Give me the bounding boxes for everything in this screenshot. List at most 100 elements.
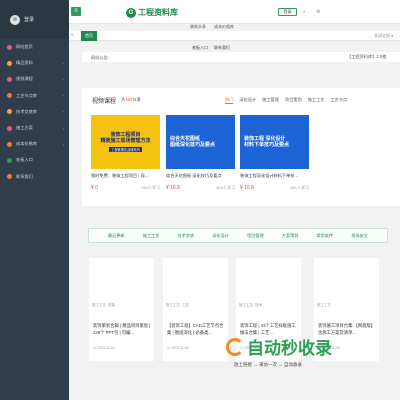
document-category-tab[interactable]: 技术交底: [177, 233, 194, 239]
video-icon: [7, 76, 12, 82]
settings-icon[interactable]: ⚙: [316, 9, 320, 15]
category-tab[interactable]: 深化设计: [239, 97, 256, 104]
course-meta: ¥ 0 254人学习: [91, 185, 160, 191]
chevron-right-icon: ›: [62, 76, 64, 82]
sidebar-item-label: 联系我们: [16, 173, 33, 179]
menu-toggle-button[interactable]: ≡: [71, 7, 81, 16]
document-category-tab[interactable]: 施工工艺: [143, 233, 160, 239]
login-label[interactable]: 登录: [24, 16, 34, 23]
document-name[interactable]: 【装饰工程】CAD工艺节点合集 | 图纸深化 | 必备类...: [167, 322, 225, 336]
sidebar-item-label: 施工方案: [16, 125, 33, 131]
thumbnail-title: 综合天花图纸 图纸深化技巧及要点: [170, 136, 216, 148]
doc-icon: [7, 125, 12, 131]
sidebar-item[interactable]: 精品资料 ›: [0, 55, 69, 71]
category-tabs: 热门 深化设计 施工管理 项目策划 施工工艺 工艺节点: [225, 97, 347, 104]
chevron-right-icon: ›: [62, 141, 64, 147]
chevron-right-icon: ›: [62, 60, 64, 66]
course-thumbnail[interactable]: 装饰工程 深化设计 材料下单技巧及要点: [240, 115, 309, 169]
avatar: [10, 14, 20, 25]
sidebar-item-label: 老板入口: [16, 157, 33, 163]
tab-bar: « 首页: [69, 31, 400, 41]
sidebar-item[interactable]: 成本价格库 ›: [0, 136, 69, 152]
document-card[interactable]: 施工工艺工艺【装饰工程】CAD工艺节点合集 | 图纸深化 | 必备类... 202…: [163, 258, 228, 361]
logo-mark-icon: G: [126, 7, 136, 18]
document-tag: 施工工艺: [317, 303, 331, 307]
sub-nav-item[interactable]: 装饰头条: [190, 24, 206, 30]
document-category-tab[interactable]: 现场安全: [351, 233, 368, 239]
course-card[interactable]: 装饰工程项目 精装施工现场管理方法 工程管理实战课系列限时免费：装饰工程项目 | …: [91, 115, 160, 199]
document-name[interactable]: 装饰策划合辑 | 精品项目策划 | 129个 PPT包 | 可编...: [93, 322, 151, 336]
course-price: ¥ 16.8: [166, 185, 180, 191]
notice-bar: 网站公告: 【工程资料库】2.0使:: [82, 52, 400, 62]
price-icon: [7, 141, 12, 147]
document-category-tab[interactable]: 常用软件: [316, 233, 333, 239]
tab-prev-icon[interactable]: «: [71, 32, 74, 38]
document-category-tab[interactable]: 深化设计: [212, 233, 229, 239]
sidebar-item[interactable]: 视频课程 ›: [0, 71, 69, 87]
sidebar-item[interactable]: 技术交底库 ›: [0, 104, 69, 120]
sidebar-login[interactable]: 登录: [0, 0, 69, 39]
document-tags: 施工工艺: [317, 303, 331, 308]
document-tag: 质量: [108, 303, 115, 307]
home-icon: [7, 44, 12, 50]
document-tags: 施工工艺 工艺: [166, 303, 189, 308]
course-thumbnail[interactable]: 综合天花图纸 图纸深化技巧及要点: [166, 115, 235, 169]
course-meta: ¥ 16.8 819人学习: [166, 185, 235, 191]
logo-text: 工程资料库: [138, 8, 178, 17]
site-logo[interactable]: G 工程资料库: [126, 7, 178, 18]
sidebar-nav: 网站首页 精品资料 › 视频课程 › 工艺节点库 › 技术交底库 › 施工方案 › 成本价格库 › 老板入…: [0, 39, 69, 185]
sidebar-item[interactable]: 老板入口: [0, 152, 69, 168]
chevron-right-icon: ›: [62, 109, 64, 115]
category-tab[interactable]: 项目策划: [285, 97, 302, 104]
section-title: 视频课程: [92, 99, 117, 105]
quick-link-contact[interactable]: 联系我们: [214, 45, 230, 51]
login-button[interactable]: 登录: [278, 8, 297, 16]
sidebar-item[interactable]: 工艺节点库 ›: [0, 88, 69, 104]
thumbnail-title: 装饰工程 深化设计 材料下单技巧及要点: [244, 136, 290, 148]
category-tab[interactable]: 施工工艺: [308, 97, 325, 104]
sidebar-item-label: 成本价格库: [16, 141, 37, 147]
notice-label: 网站公告:: [91, 55, 109, 60]
notice-link[interactable]: 【工程资料库】2.0使:: [347, 54, 388, 60]
sub-nav-item[interactable]: 成本价格库: [214, 24, 234, 30]
category-tab[interactable]: 工艺节点: [330, 97, 347, 104]
close-all-tabs-button[interactable]: 关闭全部 ▾: [374, 33, 393, 39]
contact-icon: [7, 174, 12, 180]
document-category-tab[interactable]: 项目管理: [247, 233, 264, 239]
document-tag: 施工工艺: [92, 303, 106, 307]
document-category-tab[interactable]: 方案策划: [282, 233, 299, 239]
course-learners: 819人学习: [216, 185, 235, 190]
chevron-right-icon: ›: [62, 125, 64, 131]
top-bar: ≡ G 工程资料库 登录 ◐ ⚙: [69, 0, 400, 24]
sidebar-item[interactable]: 施工方案 ›: [0, 120, 69, 136]
quick-link-boss[interactable]: 老板入口: [192, 45, 208, 51]
sidebar-item[interactable]: 联系我们: [0, 169, 69, 185]
course-name[interactable]: 限时免费：装饰工程项目 | 现...: [91, 173, 160, 179]
sidebar-item[interactable]: 网站首页: [0, 39, 69, 55]
chevron-right-icon: ›: [62, 93, 64, 99]
watermark-logo-icon: [226, 337, 244, 356]
category-tab[interactable]: 施工管理: [262, 97, 279, 104]
course-learners: 681人学习: [290, 185, 309, 190]
course-price: ¥ 0: [91, 185, 98, 191]
sidebar-item-label: 视频课程: [16, 76, 33, 82]
course-name[interactable]: 综合天花图纸 深化技巧及要点: [166, 173, 235, 179]
course-name[interactable]: 装饰工程深化设计材料下单技...: [240, 173, 309, 179]
watermark-text: 自动秒收录: [247, 339, 332, 358]
document-card[interactable]: 施工工艺 质量装饰策划合辑 | 精品项目策划 | 129个 PPT包 | 可编..…: [89, 258, 154, 361]
course-thumbnail[interactable]: 装饰工程项目 精装施工现场管理方法 工程管理实战课系列: [91, 115, 160, 169]
document-tags: 施工工艺 技术: [239, 303, 262, 308]
sidebar-item-label: 技术交底库: [16, 108, 37, 114]
course-card[interactable]: 综合天花图纸 图纸深化技巧及要点综合天花图纸 深化技巧及要点 ¥ 16.8 819人…: [166, 115, 235, 199]
diamond-icon: [7, 60, 12, 66]
watermark-slogan: 放上链接 → 来访一次 → 自动收录: [234, 362, 302, 367]
tab-home[interactable]: 首页: [81, 31, 97, 41]
theme-icon[interactable]: ◐: [303, 9, 306, 15]
course-card[interactable]: 装饰工程 深化设计 材料下单技巧及要点 装饰工程深化设计材料下单技... ¥ 16.…: [240, 115, 309, 199]
video-courses-panel: 视频课程 共152节课 热门 深化设计 施工管理 项目策划 施工工艺 工艺节点 装饰工程项…: [82, 88, 400, 206]
category-tab[interactable]: 热门: [225, 97, 234, 104]
course-count: 共152节课: [121, 97, 141, 102]
document-tag: 施工工艺: [239, 303, 253, 307]
document-tag: 施工工艺: [166, 303, 180, 307]
document-category-tab[interactable]: 最近更新: [108, 233, 125, 239]
